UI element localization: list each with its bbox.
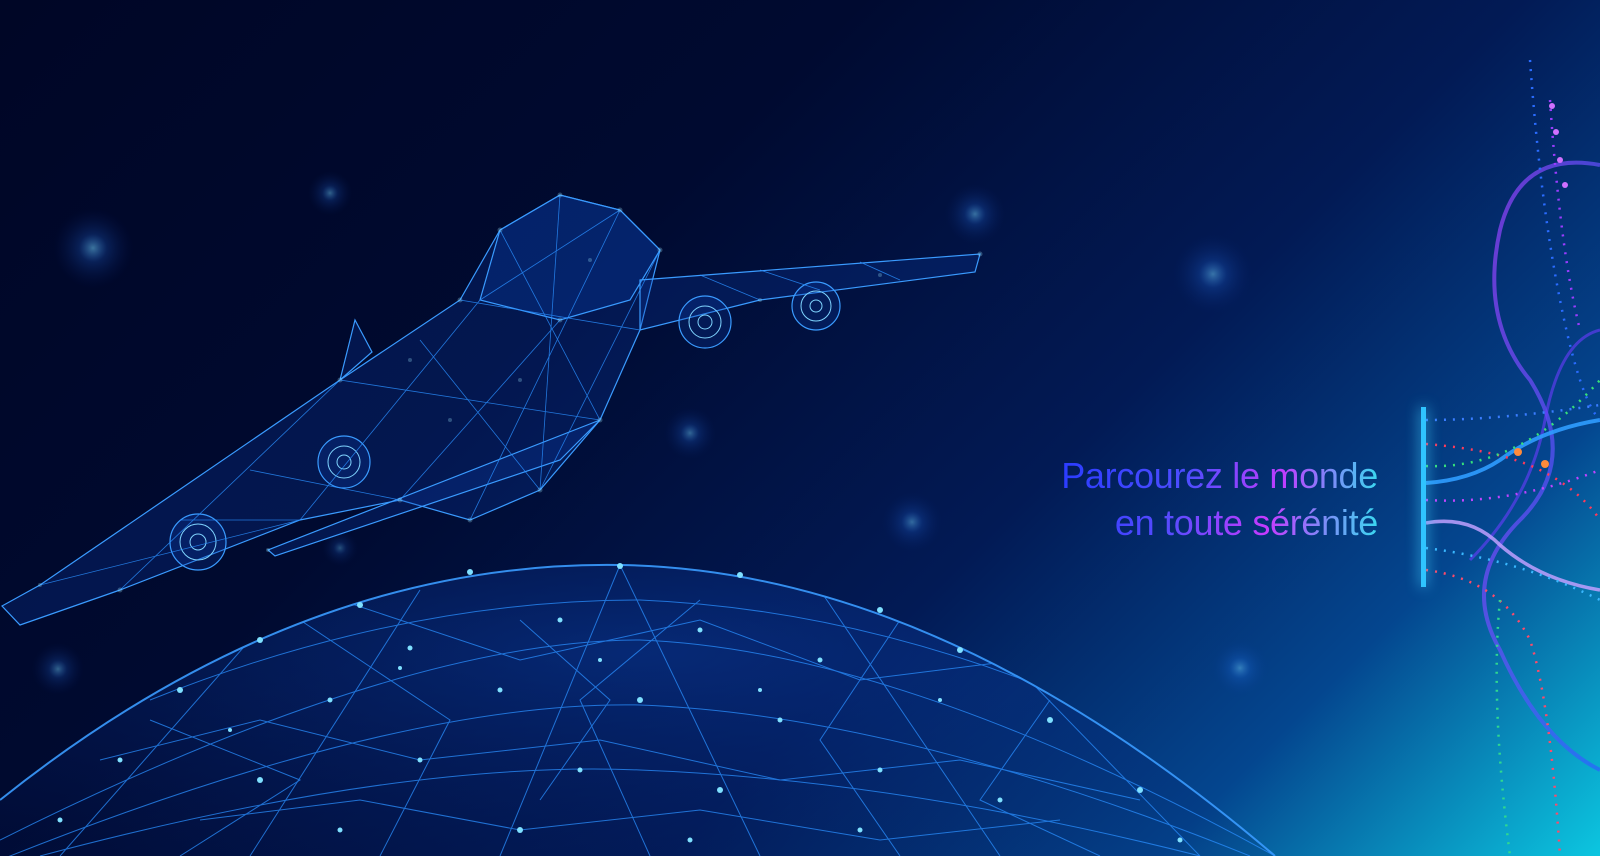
flow-lines — [1425, 59, 1600, 856]
scene-illustration — [0, 59, 1600, 856]
airplane-wireframe — [1, 192, 983, 626]
headline: Parcourez le monde en toute sérénité — [1061, 452, 1378, 546]
globe-wireframe — [0, 563, 1276, 856]
accent-bar — [1421, 407, 1426, 587]
headline-line-2: en toute sérénité — [1061, 499, 1378, 546]
headline-line-1: Parcourez le monde — [1061, 452, 1378, 499]
hero-banner: Parcourez le monde en toute sérénité — [0, 0, 1600, 856]
